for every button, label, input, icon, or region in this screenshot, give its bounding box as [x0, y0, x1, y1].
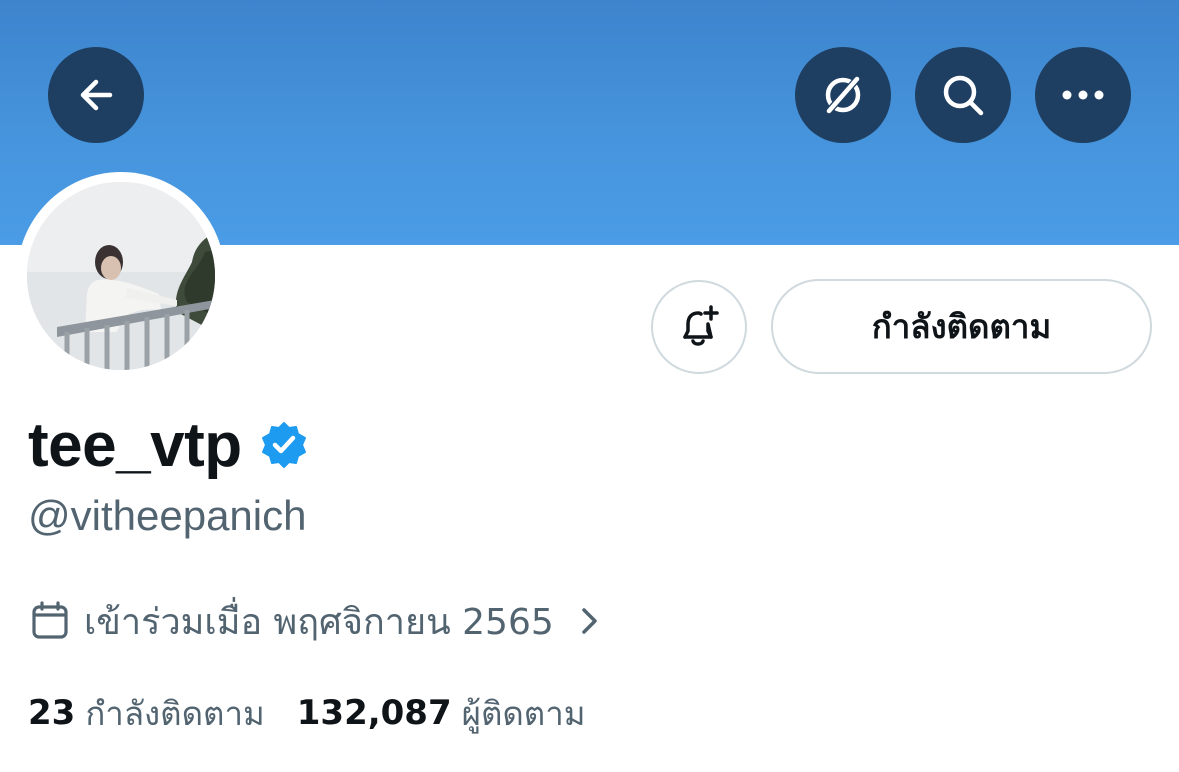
following-label: กำลังติดตาม — [85, 693, 265, 733]
follow-stats: 23 กำลังติดตาม 132,087 ผู้ติดตาม — [28, 688, 586, 738]
joined-date-row[interactable]: เข้าร่วมเมื่อ พฤศจิกายน 2565 — [30, 596, 600, 646]
search-icon — [943, 75, 984, 116]
notifications-button[interactable] — [651, 280, 747, 374]
verified-badge-icon[interactable] — [260, 421, 308, 469]
followers-label: ผู้ติดตาม — [461, 693, 586, 733]
following-stat[interactable]: 23 กำลังติดตาม — [28, 687, 265, 740]
calendar-icon — [32, 601, 68, 639]
following-button[interactable]: กำลังติดตาม — [771, 279, 1152, 374]
display-name: tee_vtp — [28, 410, 242, 480]
search-button[interactable] — [915, 47, 1011, 143]
followers-count: 132,087 — [296, 693, 452, 733]
user-handle: @vitheepanich — [28, 492, 307, 539]
more-options-button[interactable] — [1035, 47, 1131, 143]
following-count: 23 — [28, 693, 76, 733]
arrow-left-icon — [80, 79, 113, 111]
chevron-right-icon — [578, 605, 600, 637]
followers-stat[interactable]: 132,087 ผู้ติดตาม — [297, 687, 586, 740]
back-button[interactable] — [48, 47, 144, 143]
display-name-row: tee_vtp — [28, 410, 308, 480]
grok-icon — [824, 74, 862, 116]
avatar[interactable] — [27, 182, 215, 370]
grok-button[interactable] — [795, 47, 891, 143]
bell-plus-icon — [683, 305, 719, 346]
joined-date-text: เข้าร่วมเมื่อ พฤศจิกายน 2565 — [84, 601, 554, 643]
more-horizontal-icon — [1062, 90, 1104, 100]
